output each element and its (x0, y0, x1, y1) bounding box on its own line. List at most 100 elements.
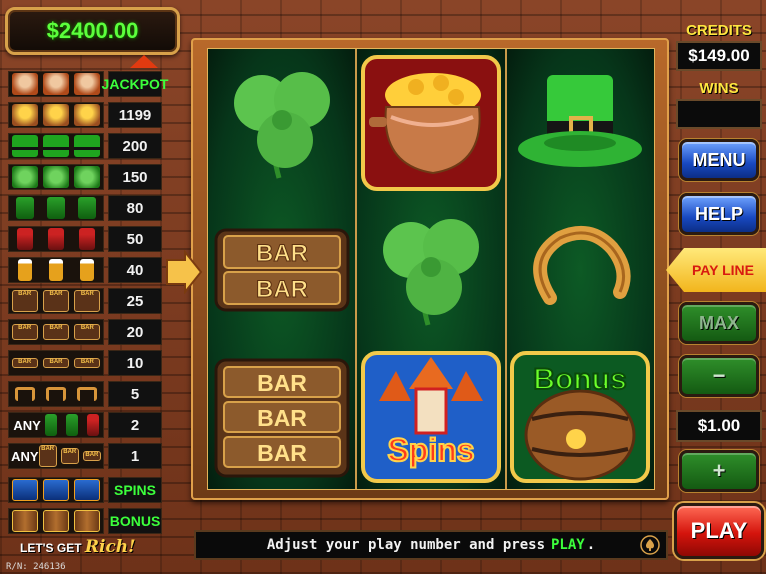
decrease-bet-button[interactable]: − (679, 355, 759, 397)
any-bar-icon: ANY BAR BAR BAR (8, 443, 104, 469)
reels: BAR BAR BAR BAR BAR Spins Bonus (207, 48, 655, 490)
bar-label: BAR (257, 440, 307, 466)
single-bar-icon: BAR BAR BAR (8, 350, 104, 376)
wins-label: WINS (699, 80, 739, 97)
paytable-payout: 10 (108, 350, 162, 376)
paytable-payout: BONUS (108, 508, 162, 534)
clover-icon (8, 164, 104, 190)
paytable-payout: 5 (108, 381, 162, 407)
green-boot-icon (8, 195, 104, 221)
credits-value: $149.00 (676, 41, 762, 71)
paytable-payout: 25 (108, 288, 162, 314)
paytable-row: 40 (6, 256, 162, 284)
double-bar-symbol: BAR BAR (208, 196, 355, 343)
triple-bar-icon: BAR BAR BAR (8, 288, 104, 314)
message-end: . (586, 537, 596, 553)
horseshoe-symbol (507, 196, 654, 343)
logo-word: Rich! (84, 537, 136, 557)
leprechaun-hat-icon (518, 74, 643, 167)
double-bar-icon: BAR BAR BAR (8, 319, 104, 345)
bonus-barrel-icon (8, 508, 104, 534)
credits-label: CREDITS (686, 22, 752, 39)
message-bar: Adjust your play number and press PLAY . (194, 530, 668, 560)
pot-of-gold-icon (360, 54, 501, 191)
reel-3: Bonus (506, 49, 654, 490)
logo-prefix: LET'S GET (20, 541, 82, 555)
paytable-payout: 1199 (108, 102, 162, 128)
serial-number: R/N: 246136 (6, 562, 66, 572)
horseshoe-icon (533, 225, 631, 305)
paytable-payout: 1 (108, 443, 162, 469)
paytable-payout: SPINS (108, 477, 162, 503)
leprechaun-hat-icon (8, 133, 104, 159)
paytable-payout: 80 (108, 195, 162, 221)
max-bet-button[interactable]: MAX (679, 302, 759, 344)
pot-of-gold-icon (8, 102, 104, 128)
payline-label: PAY LINE (692, 262, 754, 278)
paytable-payout: 20 (108, 319, 162, 345)
increase-bet-button[interactable]: + (679, 450, 759, 492)
paytable-row: BAR BAR BAR 25 (6, 287, 162, 315)
game-logo: LET'S GET Rich! (20, 537, 136, 557)
bar-label: BAR (256, 240, 308, 267)
pot-of-gold-symbol (357, 49, 504, 196)
paytable-row: 50 (6, 225, 162, 253)
clover-symbol (208, 49, 355, 196)
paytable-row: 5 (6, 380, 162, 408)
red-beer-icon (8, 226, 104, 252)
double-bar-icon: BAR BAR (214, 228, 350, 311)
paytable-payout: 50 (108, 226, 162, 252)
payline-left-arrow-icon (166, 250, 203, 294)
spins-icon (8, 477, 104, 503)
paytable-row: 1199 (6, 101, 162, 129)
paytable-row: BAR BAR BAR 20 (6, 318, 162, 346)
triple-bar-icon: BAR BAR BAR (214, 358, 350, 477)
triple-bar-symbol: BAR BAR BAR (208, 343, 355, 490)
clover-icon (233, 71, 330, 179)
help-button[interactable]: HELP (679, 193, 759, 235)
clover-symbol (357, 196, 504, 343)
paytable-row: 80 (6, 194, 162, 222)
bar-label: BAR (257, 370, 307, 396)
paytable-row: SPINS (6, 476, 162, 504)
paytable-up-arrow-icon[interactable] (130, 55, 158, 68)
bar-label: BAR (256, 276, 308, 303)
message-text: Adjust your play number and press (266, 537, 545, 553)
bar-label: BAR (257, 405, 307, 431)
menu-button[interactable]: MENU (679, 139, 759, 181)
paytable-row: BONUS (6, 507, 162, 535)
message-highlight: PLAY (551, 537, 585, 553)
any-boot-beer-icon: ANY (8, 412, 104, 438)
spade-icon (640, 535, 660, 555)
bet-amount: $1.00 (676, 410, 762, 442)
reel-2: Spins (357, 49, 507, 490)
spins-icon: Spins (360, 350, 501, 483)
wins-value (676, 99, 762, 129)
balance-value: $2400.00 (46, 18, 139, 43)
reel-1: BAR BAR BAR BAR BAR (208, 49, 358, 490)
paytable-payout: JACKPOT (102, 71, 168, 97)
paytable-row: BAR BAR BAR 10 (6, 349, 162, 377)
leprechaun-hat-symbol (507, 49, 654, 196)
paytable-payout: 200 (108, 133, 162, 159)
bonus-barrel-icon: Bonus (510, 350, 651, 483)
paytable-row: JACKPOT (6, 70, 168, 98)
paytable-row: 150 (6, 163, 162, 191)
paytable-payout: 2 (108, 412, 162, 438)
spins-label: Spins (387, 432, 474, 468)
free-spins-symbol: Spins (357, 343, 504, 490)
paytable-payout: 40 (108, 257, 162, 283)
paytable-row: ANY BAR BAR BAR 1 (6, 442, 162, 470)
horseshoe-icon (8, 381, 104, 407)
leprechaun-lady-icon (8, 71, 104, 97)
play-button[interactable]: PLAY (674, 503, 764, 559)
paytable-row: 200 (6, 132, 162, 160)
bonus-barrel-symbol: Bonus (507, 343, 654, 490)
beer-glass-icon (8, 257, 104, 283)
balance-display: $2400.00 (5, 7, 180, 55)
payline-indicator: PAY LINE (666, 248, 766, 292)
paytable-row: ANY 2 (6, 411, 162, 439)
clover-icon (382, 218, 479, 326)
bonus-label: Bonus (534, 363, 627, 396)
paytable-payout: 150 (108, 164, 162, 190)
